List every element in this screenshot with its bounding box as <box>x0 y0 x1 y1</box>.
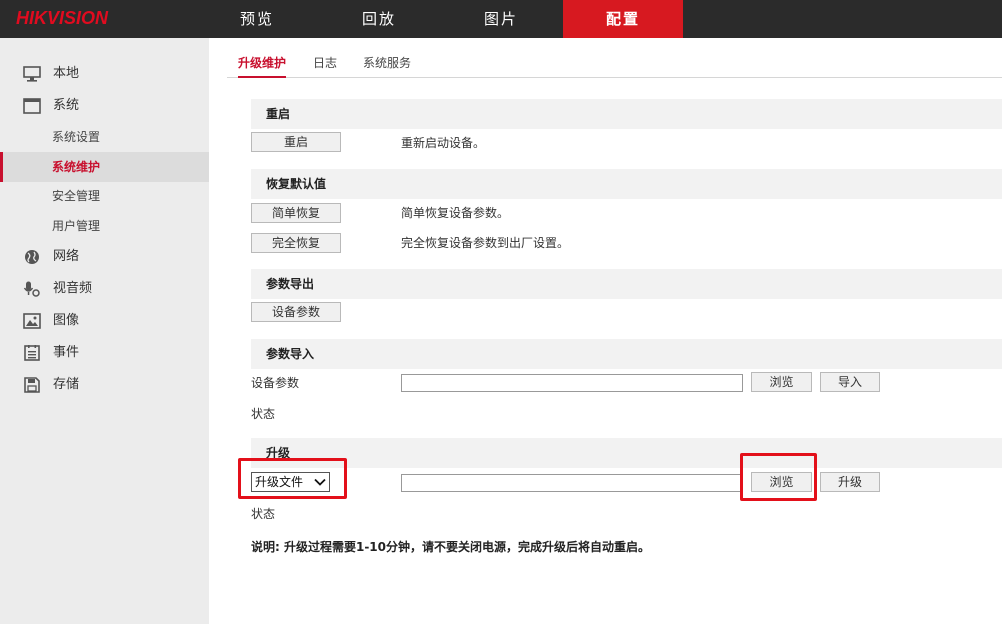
upgrade-note: 说明: 升级过程需要1-10分钟，请不要关闭电源，完成升级后将自动重启。 <box>251 540 651 554</box>
sidebar-subitem-label: 系统设置 <box>52 130 101 144</box>
section-upgrade-title: 升级 <box>251 438 1002 468</box>
sidebar: 本地 系统 系统设置 系统维护 安全管理 用户管理 网络 视音频 图像 事件 存… <box>0 38 209 624</box>
section-restart-title: 重启 <box>251 99 1002 129</box>
tab-log[interactable]: 日志 <box>313 54 337 78</box>
sidebar-subitem-user-management[interactable]: 用户管理 <box>0 211 209 241</box>
sidebar-item-storage[interactable]: 存储 <box>0 370 209 400</box>
import-button[interactable]: 导入 <box>820 372 880 392</box>
tab-upgrade-maintenance[interactable]: 升级维护 <box>238 54 287 78</box>
globe-icon <box>25 250 39 264</box>
sidebar-item-label: 网络 <box>53 249 80 264</box>
upgrade-button[interactable]: 升级 <box>820 472 880 492</box>
upgrade-status-label: 状态 <box>251 507 276 521</box>
sidebar-subitem-label: 用户管理 <box>52 219 101 233</box>
floppy-icon <box>24 377 40 393</box>
image-icon <box>23 313 41 329</box>
sidebar-subitem-label: 安全管理 <box>52 189 101 203</box>
nav-playback[interactable]: 回放 <box>319 0 439 38</box>
nav-preview[interactable]: 预览 <box>197 0 317 38</box>
tab-bar: 升级维护 日志 系统服务 <box>227 50 1002 78</box>
import-file-path-input[interactable] <box>401 374 743 392</box>
sidebar-item-label: 视音频 <box>53 281 93 296</box>
import-browse-button[interactable]: 浏览 <box>751 372 812 392</box>
sidebar-item-label: 系统 <box>53 98 80 113</box>
browse-highlight-box <box>740 453 817 501</box>
nav-configuration[interactable]: 配置 <box>563 0 683 38</box>
nav-picture[interactable]: 图片 <box>441 0 561 38</box>
sidebar-subitem-security[interactable]: 安全管理 <box>0 181 209 211</box>
list-icon <box>24 345 40 361</box>
sidebar-item-event[interactable]: 事件 <box>0 338 209 368</box>
section-export-title: 参数导出 <box>251 269 1002 299</box>
sidebar-subitem-label: 系统维护 <box>52 160 101 174</box>
simple-restore-description: 简单恢复设备参数。 <box>401 206 510 220</box>
tab-system-service[interactable]: 系统服务 <box>363 54 411 78</box>
sidebar-subitem-system-maintenance[interactable]: 系统维护 <box>0 152 209 182</box>
top-navigation-bar: HIKVISION 预览 回放 图片 配置 <box>0 0 1002 38</box>
export-device-params-button[interactable]: 设备参数 <box>251 302 341 322</box>
sidebar-item-label: 本地 <box>53 66 80 81</box>
select-highlight-box <box>238 458 347 499</box>
simple-restore-button[interactable]: 简单恢复 <box>251 203 341 223</box>
restart-button[interactable]: 重启 <box>251 132 341 152</box>
hikvision-logo: HIKVISION <box>16 8 109 28</box>
microphone-icon <box>23 281 40 297</box>
sidebar-item-network[interactable]: 网络 <box>0 242 209 272</box>
monitor-icon <box>23 66 41 82</box>
sidebar-subitem-system-settings[interactable]: 系统设置 <box>0 122 209 152</box>
full-restore-description: 完全恢复设备参数到出厂设置。 <box>401 236 570 250</box>
upgrade-file-path-input[interactable] <box>401 474 743 492</box>
sidebar-item-system[interactable]: 系统 <box>0 91 209 121</box>
sidebar-item-label: 图像 <box>53 313 80 328</box>
sidebar-item-video-audio[interactable]: 视音频 <box>0 274 209 304</box>
import-status-label: 状态 <box>251 407 276 421</box>
import-field-label: 设备参数 <box>251 376 300 390</box>
full-restore-button[interactable]: 完全恢复 <box>251 233 341 253</box>
restart-description: 重新启动设备。 <box>401 136 486 150</box>
sidebar-item-label: 存储 <box>53 377 80 392</box>
section-import-title: 参数导入 <box>251 339 1002 369</box>
section-restore-title: 恢复默认值 <box>251 169 1002 199</box>
window-icon <box>23 98 41 114</box>
sidebar-item-label: 事件 <box>53 345 80 360</box>
sidebar-item-local[interactable]: 本地 <box>0 59 209 89</box>
sidebar-item-image[interactable]: 图像 <box>0 306 209 336</box>
